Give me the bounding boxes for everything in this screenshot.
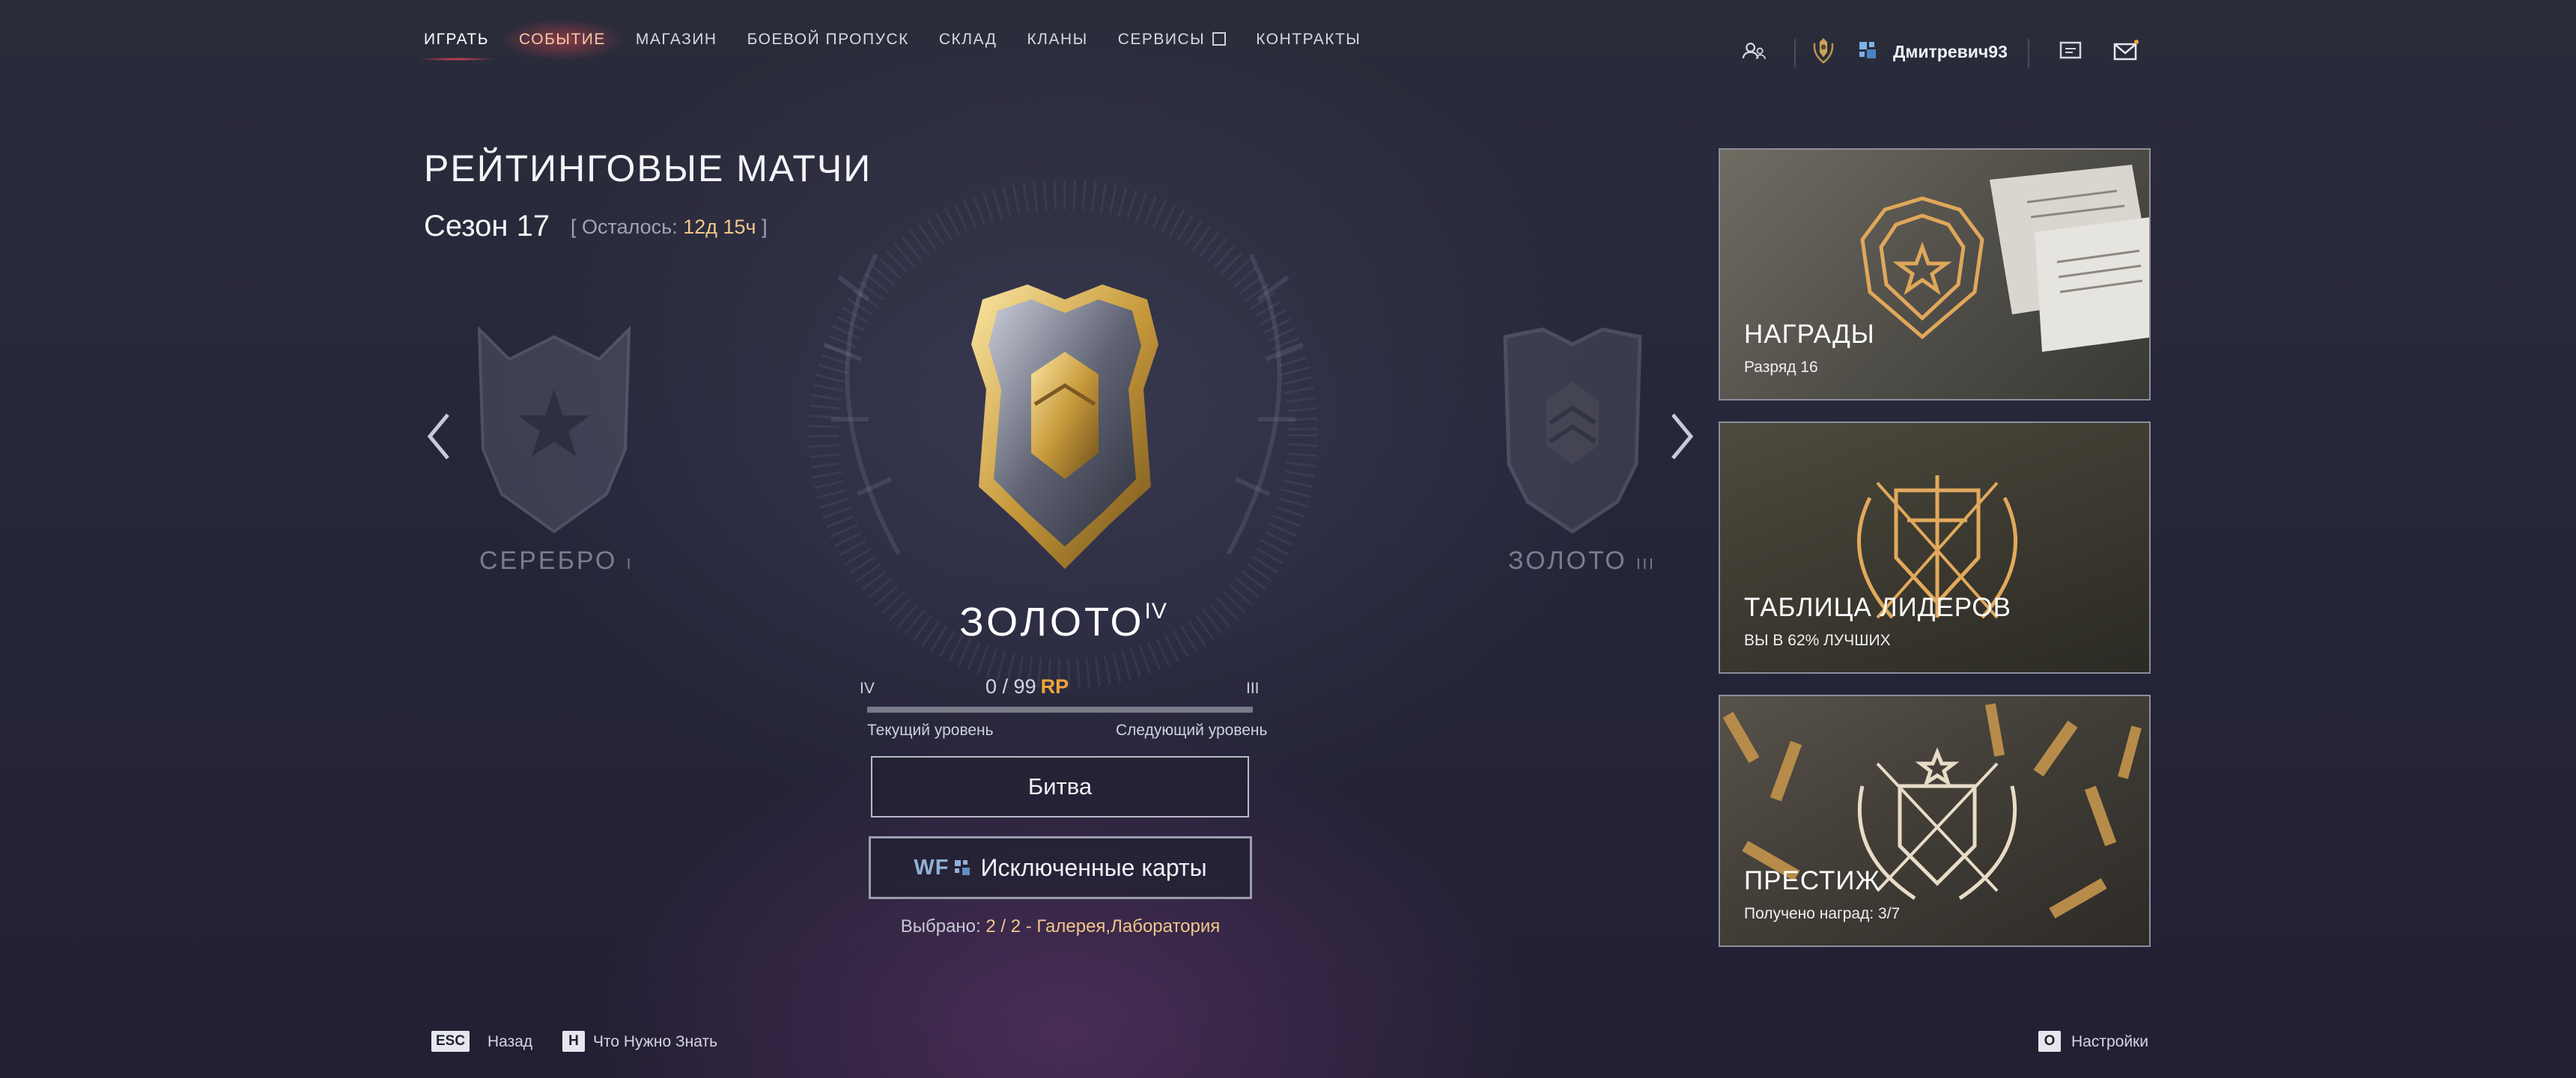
prev-rank-tier: I [626,556,634,573]
back-button[interactable]: Назад [487,1033,532,1051]
current-level-numeral: IV [860,680,875,697]
rewards-card-title: НАГРАДЫ [1744,320,1875,349]
h-key-hint: H [562,1031,585,1052]
prestige-card[interactable]: ПРЕСТИЖ Получено наград: 3/7 [1719,695,2151,947]
leaderboard-card-subtitle: ВЫ В 62% ЛУЧШИХ [1744,632,1891,649]
current-level-caption: Текущий уровень [867,722,994,739]
rp-unit: RP [1040,675,1069,698]
nav-play-label: ИГРАТЬ [424,31,490,48]
chevron-right-icon [1671,413,1694,460]
chevron-left-icon [427,413,449,460]
current-rank-name: ЗОЛОТОIV [959,599,1168,645]
rp-progress: 0 / 99 RP [985,675,1135,698]
wf-logo-text: WF [914,855,950,880]
nav-inventory[interactable]: СКЛАД [939,31,997,49]
selected-value: 2 / 2 - Галерея,Лаборатория [985,916,1221,937]
mail-icon[interactable] [2113,40,2139,61]
nav-services-label: СЕРВИСЫ [1117,31,1206,48]
clan-icon[interactable] [1856,40,1881,61]
rp-separator: / [997,675,1014,698]
rp-total: 99 [1013,675,1036,698]
next-rank-button[interactable] [1667,410,1697,463]
nav-play[interactable]: ИГРАТЬ [419,31,494,61]
next-rank-emblem[interactable] [1475,314,1670,554]
wf-logo-icon: WF [914,856,970,880]
settings-button[interactable]: Настройки [2071,1033,2148,1051]
leaderboard-card[interactable]: ТАБЛИЦА ЛИДЕРОВ ВЫ В 62% ЛУЧШИХ [1719,421,2151,674]
nav-clans[interactable]: КЛАНЫ [1027,31,1087,49]
prestige-card-title: ПРЕСТИЖ [1744,866,1880,895]
chat-icon[interactable] [2058,40,2083,61]
settings-key-hint: O [2038,1031,2061,1052]
prev-rank-emblem[interactable] [457,314,651,554]
main-nav: ИГРАТЬ СОБЫТИЕ МАГАЗИН БОЕВОЙ ПРОПУСК СК… [419,19,1391,61]
prev-rank-label: СЕРЕБРО I [479,546,633,576]
username[interactable]: Дмитревич93 [1893,42,2008,62]
silver-rank-icon [477,326,631,534]
rewards-card-subtitle: Разряд 16 [1744,359,1818,376]
excluded-maps-button[interactable]: WF Исключенные карты [869,836,1252,899]
nav-shop[interactable]: МАГАЗИН [636,31,717,49]
rewards-card[interactable]: НАГРАДЫ Разряд 16 [1719,148,2151,401]
info-button[interactable]: Что Нужно Знать [593,1033,717,1051]
prestige-card-subtitle: Получено наград: 3/7 [1744,905,1901,922]
next-level-numeral: III [1246,680,1260,697]
gold-rank-icon [1503,327,1642,535]
rank-emblem-icon[interactable] [1811,34,1836,67]
selected-prefix: Выбрано: [900,916,986,937]
nav-inventory-label: СКЛАД [938,31,997,48]
leaderboard-card-title: ТАБЛИЦА ЛИДЕРОВ [1744,593,2011,622]
nav-event-label: СОБЫТИЕ [519,31,606,48]
prev-rank-button[interactable] [424,410,454,463]
next-rank-name: ЗОЛОТО [1508,546,1627,575]
battle-button[interactable]: Битва [871,756,1249,817]
excluded-maps-label: Исключенные карты [980,853,1207,881]
next-rank-tier: III [1636,556,1656,573]
remaining-value: 12д 15ч [683,216,756,238]
nav-services[interactable]: СЕРВИСЫ [1118,31,1227,49]
season-label: Сезон 17 [424,210,550,243]
divider [1794,39,1796,67]
nav-battle-pass-label: БОЕВОЙ ПРОПУСК [747,31,909,48]
prev-rank-name: СЕРЕБРО [479,546,618,575]
next-rank-label: ЗОЛОТО III [1508,546,1656,576]
nav-battle-pass[interactable]: БОЕВОЙ ПРОПУСК [747,31,909,49]
selected-maps: Выбрано: 2 / 2 - Галерея,Лаборатория [869,916,1252,937]
nav-shop-label: МАГАЗИН [635,31,717,48]
nav-contracts[interactable]: КОНТРАКТЫ [1256,31,1361,49]
battle-button-label: Битва [1027,773,1093,800]
esc-key-hint: ESC [431,1031,470,1052]
nav-event[interactable]: СОБЫТИЕ [499,19,625,61]
external-link-icon [1212,32,1227,46]
rp-current: 0 [985,675,997,698]
gold-rank-emblem-icon [971,284,1158,569]
friends-icon[interactable] [1742,40,1767,61]
current-rank-tier: IV [1144,599,1167,624]
current-rank-label: ЗОЛОТО [959,600,1145,645]
next-level-caption: Следующий уровень [1116,722,1268,739]
divider [2028,39,2029,67]
rank-progress-bar [867,707,1253,713]
nav-clans-label: КЛАНЫ [1027,31,1088,48]
season-remaining: [ Осталось: 12д 15ч ] [571,216,768,239]
nav-contracts-label: КОНТРАКТЫ [1256,31,1361,48]
remaining-prefix: [ Осталось: [571,216,684,238]
